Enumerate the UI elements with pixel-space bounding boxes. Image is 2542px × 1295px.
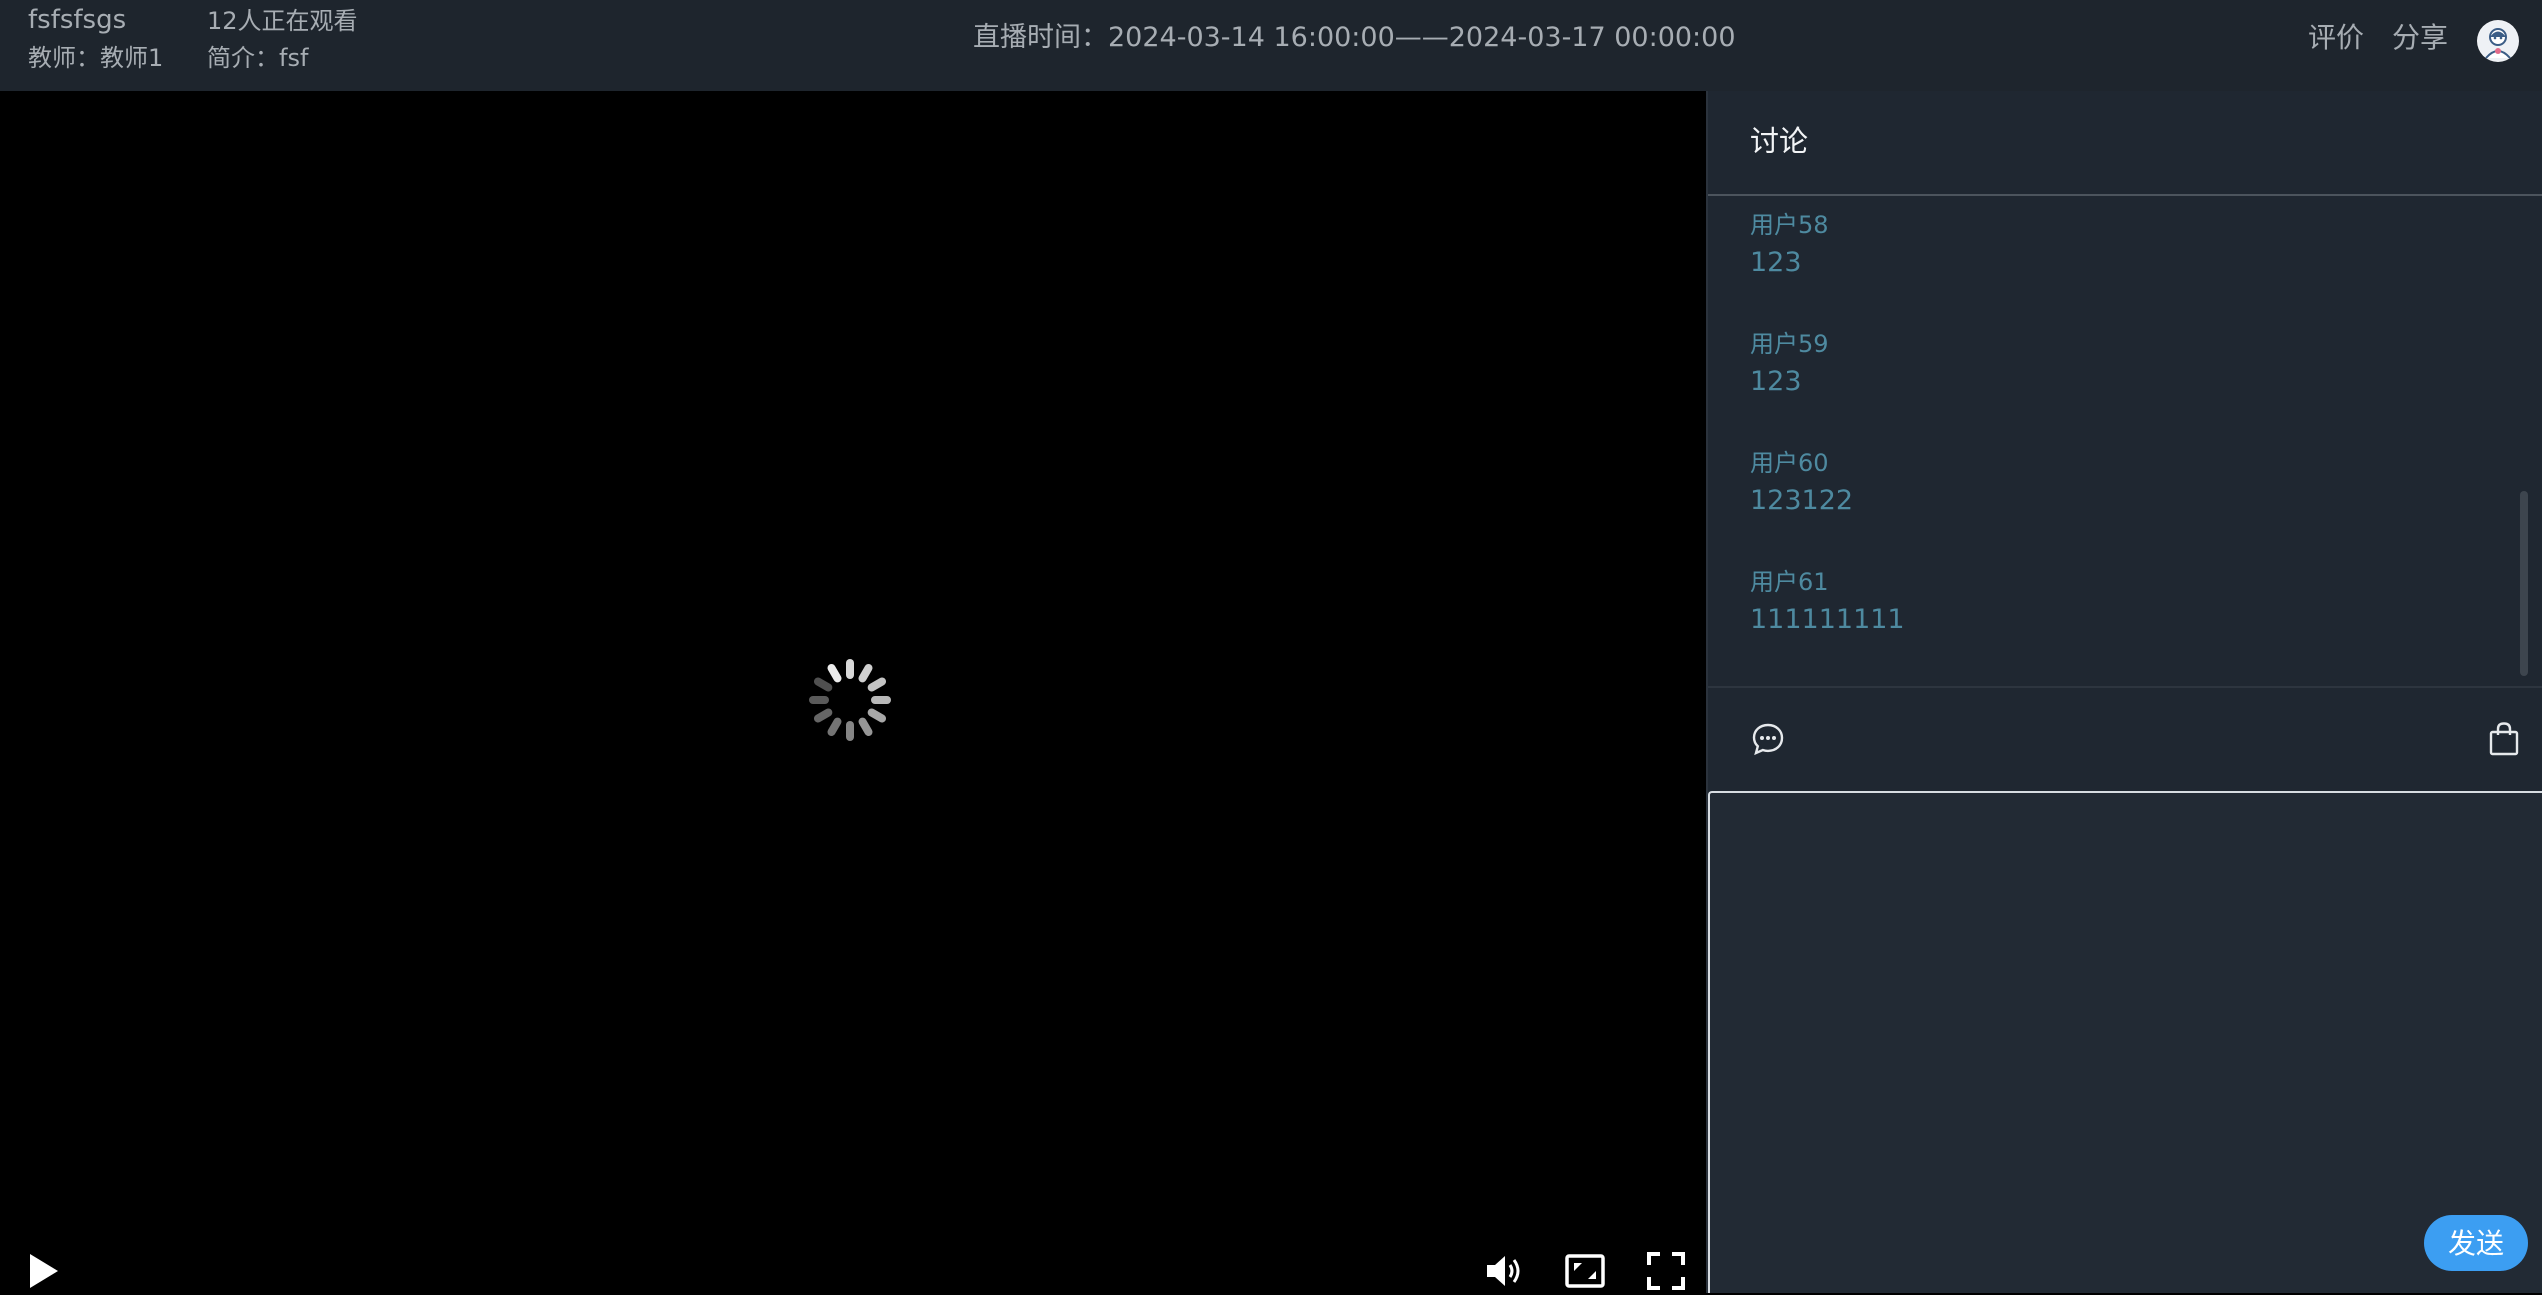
video-player[interactable] — [0, 91, 1706, 1293]
loading-spinner-icon — [809, 659, 891, 741]
message-item: 用户58 123 — [1750, 210, 2450, 280]
volume-button[interactable] — [1484, 1251, 1526, 1291]
picture-in-picture-icon — [1565, 1254, 1605, 1288]
fullscreen-icon — [1647, 1252, 1685, 1290]
message-text: 123 — [1750, 366, 1802, 397]
chat-bubble-icon[interactable] — [1750, 721, 1786, 757]
message-text: 111111111 — [1750, 604, 1905, 635]
play-icon — [30, 1254, 58, 1288]
message-username: 用户61 — [1750, 568, 1829, 596]
message-item: 用户60 123122 — [1750, 448, 2450, 518]
live-time: 直播时间：2024-03-14 16:00:00——2024-03-17 00:… — [973, 22, 1736, 53]
divider — [1708, 686, 2542, 688]
message-text: 123 — [1750, 247, 1802, 278]
teacher-name: 教师：教师1 — [28, 44, 164, 72]
message-list-scrollbar[interactable] — [2520, 491, 2528, 676]
message-input[interactable] — [1708, 791, 2542, 1293]
viewer-count: 12人正在观看 — [207, 7, 358, 35]
discussion-panel: 讨论 用户58 123 用户59 123 用户60 123122 用户61 11… — [1706, 91, 2542, 1293]
message-username: 用户60 — [1750, 449, 1829, 477]
discussion-title: 讨论 — [1750, 124, 1809, 158]
volume-icon — [1487, 1256, 1520, 1286]
shopping-bag-icon[interactable] — [2488, 721, 2520, 757]
course-title: fsfsfsgs — [28, 5, 127, 35]
fullscreen-button[interactable] — [1646, 1251, 1686, 1291]
rate-button[interactable]: 评价 — [2308, 23, 2364, 53]
share-button[interactable]: 分享 — [2392, 23, 2448, 53]
top-header: fsfsfsgs 12人正在观看 教师：教师1 简介：fsf 直播时间：2024… — [0, 0, 2542, 91]
message-item: 用户61 111111111 — [1750, 567, 2450, 637]
message-item: 用户59 123 — [1750, 329, 2450, 399]
message-list[interactable]: 用户58 123 用户59 123 用户60 123122 用户61 11111… — [1708, 196, 2542, 778]
message-username: 用户58 — [1750, 211, 1829, 239]
user-avatar[interactable] — [2477, 20, 2519, 62]
avatar-icon — [2478, 21, 2518, 61]
message-text: 123122 — [1750, 485, 1854, 516]
message-username: 用户59 — [1750, 330, 1829, 358]
picture-in-picture-button[interactable] — [1564, 1251, 1606, 1291]
send-button[interactable]: 发送 — [2424, 1215, 2528, 1271]
play-button[interactable] — [26, 1251, 62, 1291]
course-intro: 简介：fsf — [207, 44, 309, 72]
